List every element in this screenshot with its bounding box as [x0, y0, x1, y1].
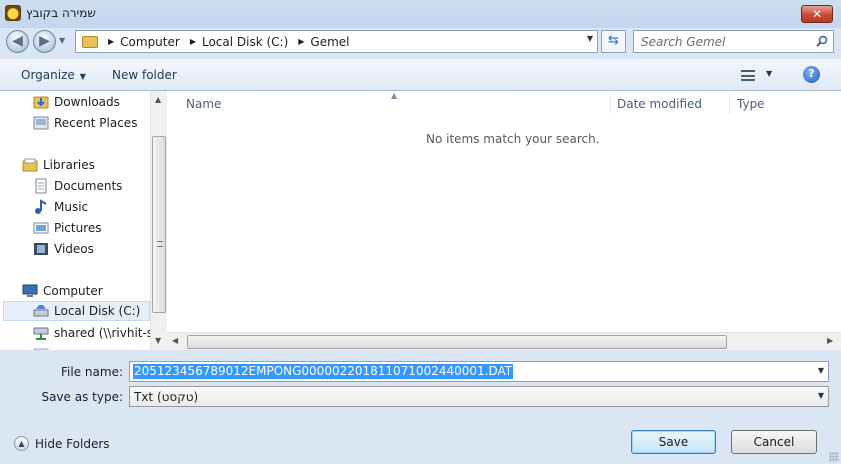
nav-item-partial[interactable] [33, 344, 54, 350]
file-list-horizontal-scrollbar[interactable]: ◀ ▶ [167, 332, 841, 350]
nav-item-recent-places[interactable]: Recent Places [33, 113, 137, 133]
navigation-pane[interactable]: Downloads Recent Places Libraries Docume… [0, 91, 150, 350]
file-name-value[interactable]: 205123456789012EMPONG0000022018110710024… [133, 364, 514, 379]
save-as-type-value: Txt (טקסט) [134, 390, 199, 404]
column-header-type[interactable]: Type [737, 94, 765, 114]
save-button[interactable]: Save [631, 430, 716, 454]
nav-item-label: Downloads [54, 95, 120, 109]
nav-item-label: Computer [43, 284, 103, 298]
save-as-type-label: Save as type: [41, 390, 123, 404]
scrollbar-thumb[interactable] [152, 136, 166, 313]
search-placeholder: Search Gemel [641, 35, 726, 49]
address-dropdown-icon[interactable]: ▼ [587, 34, 593, 43]
recent-places-icon [33, 116, 49, 130]
save-as-type-select[interactable]: Txt (טקסט) ▼ [129, 386, 829, 407]
organize-label: Organize [21, 68, 75, 82]
cancel-button[interactable]: Cancel [731, 430, 817, 454]
network-drive-icon [33, 348, 49, 350]
sort-ascending-icon: ▲ [391, 91, 398, 100]
resize-grip-icon[interactable] [829, 452, 839, 462]
nav-item-label: Libraries [43, 158, 95, 172]
command-toolbar: Organize ▼ New folder ▼ ? [0, 59, 841, 91]
column-divider[interactable] [610, 94, 611, 114]
view-options-dropdown[interactable]: ▼ [766, 69, 772, 78]
new-folder-button[interactable]: New folder [112, 68, 177, 82]
refresh-button[interactable]: ⇆ [601, 30, 626, 53]
back-button[interactable]: ◀ [6, 30, 29, 53]
chevron-right-icon[interactable]: ▶ [108, 37, 114, 46]
chevron-down-icon[interactable]: ▼ [818, 391, 824, 400]
downloads-icon [33, 96, 49, 109]
documents-icon [35, 178, 47, 194]
nav-item-label: Music [54, 200, 89, 214]
music-icon [35, 199, 47, 214]
pictures-icon [33, 222, 49, 234]
scroll-up-icon[interactable]: ▲ [155, 95, 161, 104]
libraries-icon [22, 158, 38, 172]
breadcrumb-local-disk[interactable]: Local Disk (C:) [202, 35, 288, 49]
nav-item-downloads[interactable]: Downloads [33, 92, 120, 112]
nav-item-label: Recent Places [54, 116, 138, 130]
nav-item-label: Videos [54, 242, 94, 256]
file-name-label: File name: [61, 365, 123, 379]
column-header-date-modified[interactable]: Date modified [617, 94, 702, 114]
nav-item-label: Documents [54, 179, 123, 193]
nav-item-libraries[interactable]: Libraries [22, 155, 95, 175]
navigation-bar: ◀ ▶ ▼ ▶ Computer ▶ Local Disk (C:) ▶ Gem… [0, 28, 841, 56]
column-divider[interactable] [729, 94, 730, 114]
refresh-icon: ⇆ [608, 33, 619, 48]
hide-folders-label: Hide Folders [35, 436, 110, 451]
column-header-name[interactable]: Name [186, 94, 221, 114]
back-arrow-icon: ◀ [12, 33, 23, 49]
help-icon[interactable]: ? [803, 66, 820, 83]
file-list[interactable]: ▲ Name Date modified Type No items match… [167, 91, 841, 350]
folder-icon [82, 35, 98, 48]
file-name-field[interactable]: 205123456789012EMPONG0000022018110710024… [129, 361, 829, 382]
nav-item-documents[interactable]: Documents [33, 176, 122, 196]
breadcrumb[interactable]: ▶ Computer ▶ Local Disk (C:) ▶ Gemel ▼ [75, 30, 598, 53]
nav-item-local-disk[interactable]: Local Disk (C:) [3, 301, 150, 321]
breadcrumb-gemel[interactable]: Gemel [310, 35, 349, 49]
chevron-down-icon[interactable]: ▼ [818, 366, 824, 375]
window-title: שמירה בקובץ [26, 6, 96, 20]
grip-icon [157, 241, 163, 247]
network-drive-icon [33, 327, 49, 340]
forward-arrow-icon: ▶ [39, 33, 50, 49]
local-disk-icon [33, 305, 49, 317]
scrollbar-thumb[interactable] [187, 335, 727, 349]
hide-folders-button[interactable]: ▲ Hide Folders [14, 436, 110, 451]
nav-pane-scrollbar[interactable]: ▲ ▼ [150, 91, 167, 350]
videos-icon [34, 243, 48, 255]
scroll-left-icon[interactable]: ◀ [172, 336, 178, 345]
nav-item-label: shared (\\rivhit-se [54, 326, 150, 340]
change-view-icon[interactable] [741, 70, 755, 81]
search-input[interactable]: Search Gemel [633, 30, 834, 53]
empty-message: No items match your search. [426, 132, 600, 146]
nav-item-pictures[interactable]: Pictures [33, 218, 102, 238]
app-icon [5, 5, 21, 21]
search-icon[interactable] [816, 35, 828, 47]
nav-item-shared[interactable]: shared (\\rivhit-se [33, 323, 150, 343]
recent-locations-dropdown[interactable]: ▼ [59, 36, 65, 45]
close-button[interactable]: ✕ [801, 5, 833, 23]
nav-item-computer[interactable]: Computer [22, 281, 103, 301]
scroll-down-icon[interactable]: ▼ [155, 336, 161, 345]
organize-menu[interactable]: Organize ▼ [21, 68, 86, 82]
chevron-down-icon: ▼ [79, 72, 86, 81]
nav-item-music[interactable]: Music [33, 197, 88, 217]
nav-item-videos[interactable]: Videos [33, 239, 94, 259]
scroll-right-icon[interactable]: ▶ [827, 336, 833, 345]
nav-item-label: Local Disk (C:) [54, 304, 141, 318]
chevron-right-icon[interactable]: ▶ [190, 37, 196, 46]
forward-button[interactable]: ▶ [33, 30, 56, 53]
nav-item-label: Pictures [54, 221, 102, 235]
computer-icon [22, 284, 38, 297]
chevron-right-icon[interactable]: ▶ [298, 37, 304, 46]
title-bar: שמירה בקובץ ✕ [0, 0, 841, 28]
chevron-up-icon: ▲ [14, 436, 29, 451]
breadcrumb-computer[interactable]: Computer [120, 35, 180, 49]
